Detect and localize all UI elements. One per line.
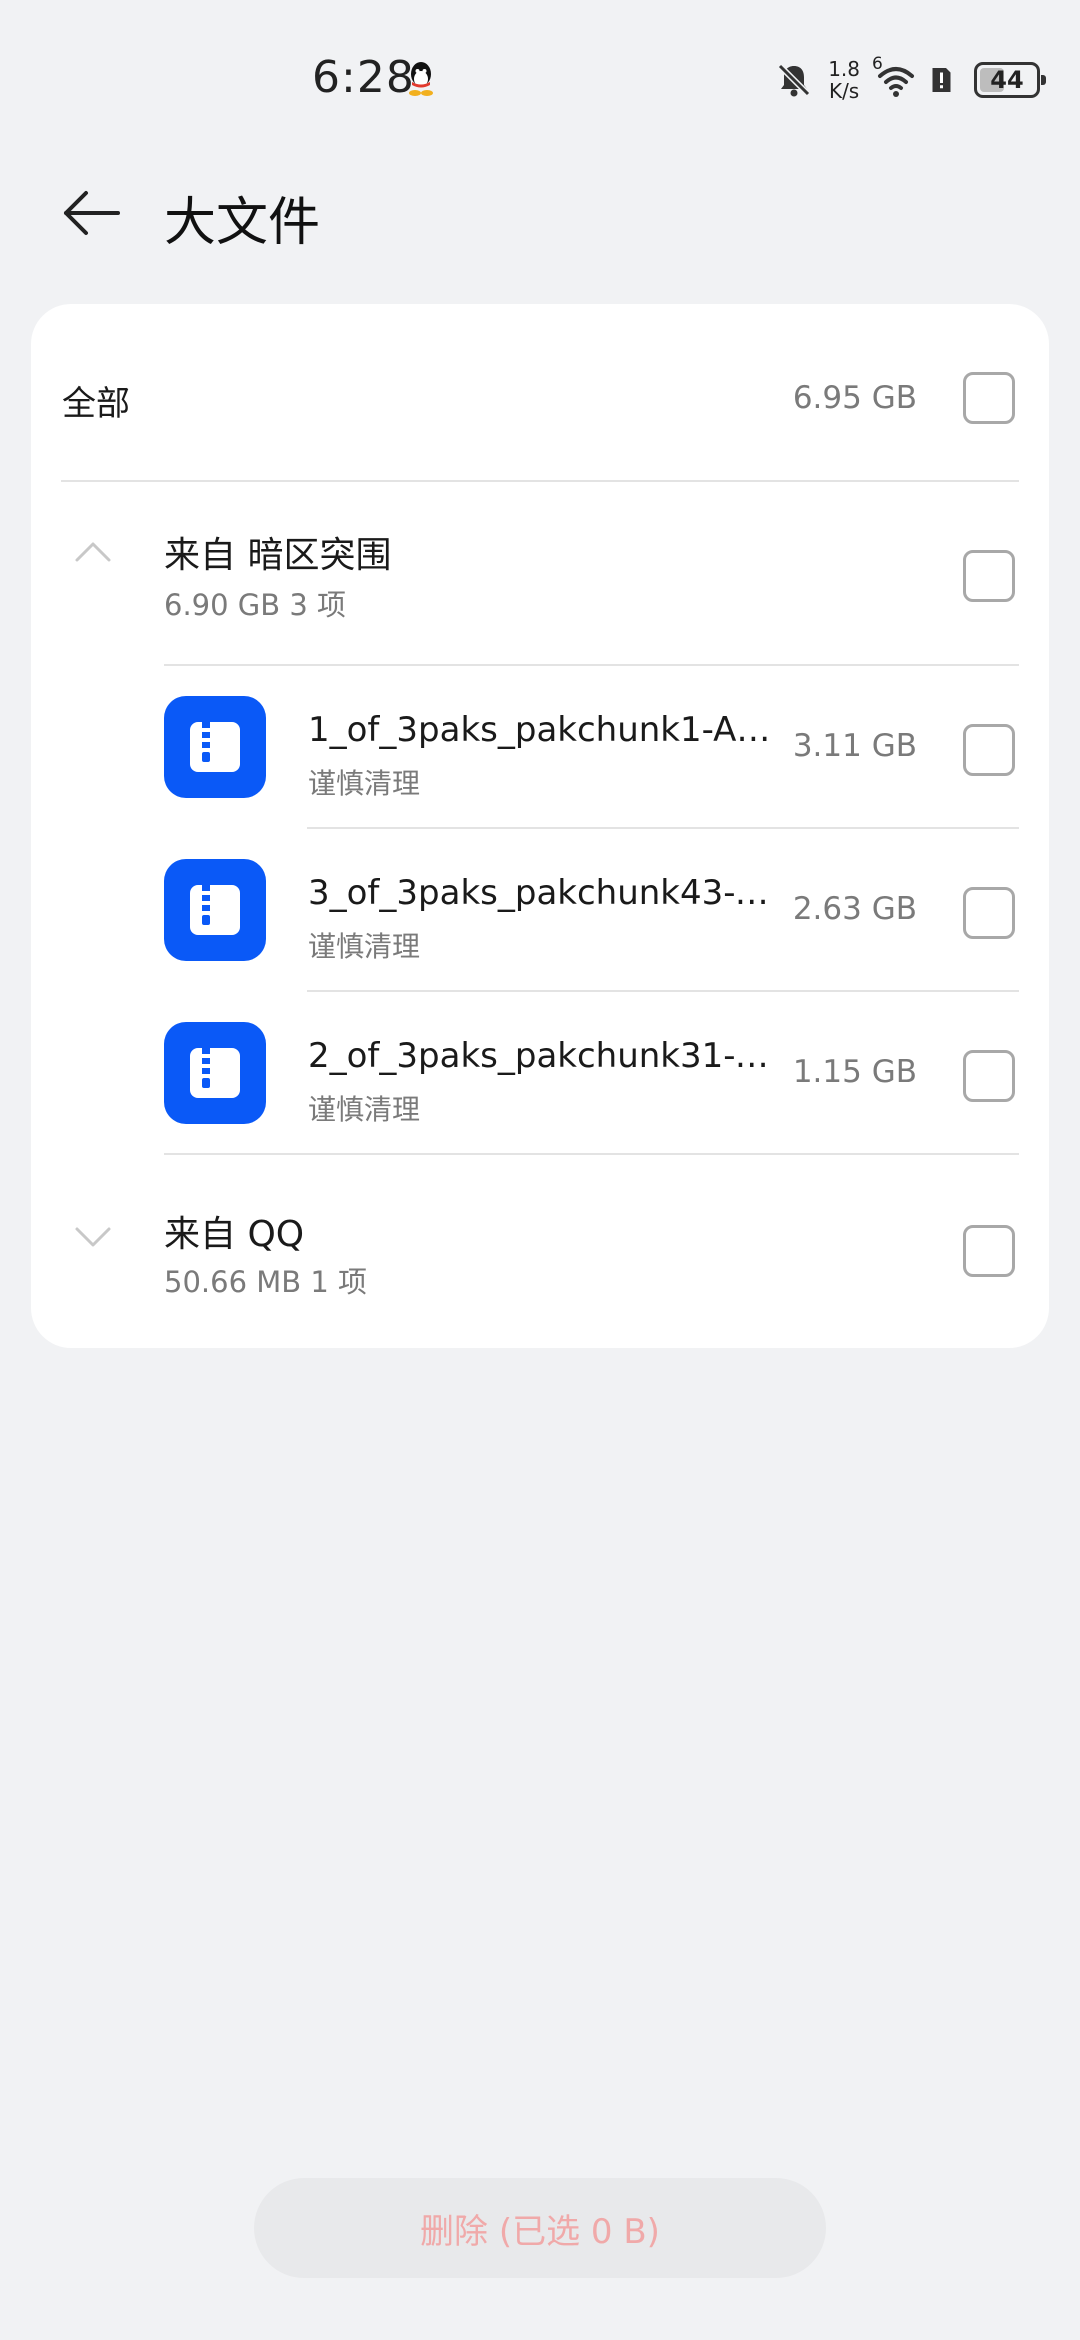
large-files-screen: 6:28 1.8 K/s 6 44 大文件 全部 6.95 GB 来自 暗区突围… [0, 0, 1080, 2340]
file-name: 3_of_3paks_pakchunk43-A... [308, 873, 778, 913]
battery-level: 44 [990, 66, 1024, 94]
group-checkbox[interactable] [963, 1225, 1015, 1277]
page-title: 大文件 [164, 193, 321, 253]
file-row[interactable]: 3_of_3paks_pakchunk43-A... 谨慎清理 2.63 GB [31, 829, 1049, 991]
file-checkbox[interactable] [963, 1050, 1015, 1102]
file-tag: 谨慎清理 [308, 767, 421, 800]
group-title: 来自 QQ [164, 1214, 305, 1255]
file-tag: 谨慎清理 [308, 930, 421, 963]
battery-nub [1041, 75, 1046, 85]
select-all-row[interactable]: 全部 6.95 GB [31, 304, 1049, 484]
status-icons: 1.8 K/s 6 44 [774, 54, 1046, 104]
delete-button[interactable]: 删除 (已选 0 B) [254, 2178, 826, 2278]
zip-file-icon [164, 1022, 266, 1124]
group-row-anqu[interactable]: 来自 暗区突围 6.90 GB 3 项 [31, 482, 1049, 666]
group-row-qq[interactable]: 来自 QQ 50.66 MB 1 项 [31, 1155, 1049, 1335]
chevron-up-icon[interactable] [71, 536, 115, 566]
file-size: 3.11 GB [792, 728, 917, 764]
total-size: 6.95 GB [792, 380, 917, 416]
group-checkbox[interactable] [963, 550, 1015, 602]
file-size: 1.15 GB [792, 1054, 917, 1090]
group-subtitle: 50.66 MB 1 项 [164, 1265, 368, 1299]
file-row[interactable]: 1_of_3paks_pakchunk1-An... 谨慎清理 3.11 GB [31, 666, 1049, 828]
wifi-indicator: 6 [872, 54, 918, 100]
bell-muted-icon [778, 63, 811, 97]
sim-alert-icon [932, 68, 951, 92]
file-name: 2_of_3paks_pakchunk31-A... [308, 1036, 778, 1076]
file-size: 2.63 GB [792, 891, 917, 927]
back-arrow-icon [64, 191, 120, 235]
network-speed-value: 1.8 [828, 57, 860, 81]
file-name: 1_of_3paks_pakchunk1-An... [308, 710, 778, 750]
status-bar: 6:28 1.8 K/s 6 44 [0, 0, 1080, 130]
file-checkbox[interactable] [963, 887, 1015, 939]
file-tag: 谨慎清理 [308, 1093, 421, 1126]
group-title: 来自 暗区突围 [164, 535, 392, 576]
zip-file-icon [164, 696, 266, 798]
file-row[interactable]: 2_of_3paks_pakchunk31-A... 谨慎清理 1.15 GB [31, 992, 1049, 1154]
battery-indicator: 44 [974, 62, 1046, 98]
back-button[interactable] [60, 186, 124, 240]
file-list-card: 全部 6.95 GB 来自 暗区突围 6.90 GB 3 项 1_of_3pak… [31, 304, 1049, 1348]
select-all-label: 全部 [62, 384, 130, 424]
network-speed-unit: K/s [828, 79, 860, 103]
group-subtitle: 6.90 GB 3 项 [164, 588, 347, 622]
file-checkbox[interactable] [963, 724, 1015, 776]
select-all-checkbox[interactable] [963, 372, 1015, 424]
zip-file-icon [164, 859, 266, 961]
chevron-down-icon[interactable] [71, 1221, 115, 1251]
qq-notification-icon [409, 62, 433, 96]
wifi-generation-label: 6 [872, 54, 883, 74]
network-speed: 1.8 K/s [828, 58, 860, 102]
status-time: 6:28 [312, 52, 415, 103]
